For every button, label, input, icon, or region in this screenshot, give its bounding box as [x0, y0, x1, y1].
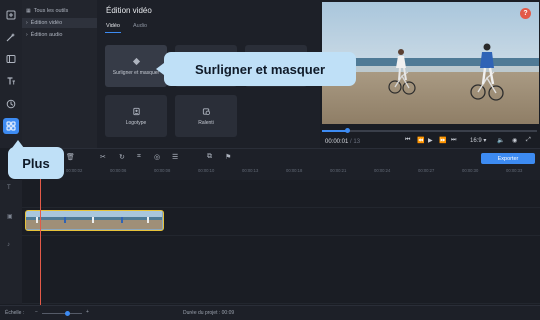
ruler-tick: 00:00:18	[286, 168, 303, 173]
tab-audio[interactable]: Audio	[133, 23, 147, 29]
track-text-icon[interactable]: T	[7, 185, 11, 191]
import-icon[interactable]	[3, 7, 19, 23]
properties-icon[interactable]: ☰	[172, 153, 178, 161]
logo-icon	[132, 107, 140, 115]
tab-underline	[105, 32, 121, 33]
duration-hint: / 13	[350, 139, 361, 145]
zoom-in-icon[interactable]: +	[86, 309, 89, 315]
tools-tree: ▦ Tous les outils › Édition vidéo › Édit…	[22, 0, 97, 148]
film-icon[interactable]	[3, 51, 19, 67]
track-audio-icon[interactable]: ♪	[7, 242, 10, 248]
status-bar: Échelle : − + Durée du projet : 00:09	[0, 305, 540, 320]
ruler-tick: 00:00:13	[242, 168, 259, 173]
cut-icon[interactable]: ✂	[100, 153, 106, 161]
zoom-slider[interactable]	[42, 313, 82, 314]
preview-scrubber[interactable]	[322, 128, 537, 133]
skip-start-icon[interactable]: ⏮	[405, 137, 410, 144]
zoom-slider-handle[interactable]	[65, 311, 70, 316]
ruler-tick: 00:00:24	[374, 168, 391, 173]
ruler-tick: 00:00:02	[66, 168, 83, 173]
tree-item-all-tools[interactable]: ▦ Tous les outils	[26, 8, 68, 14]
slow-motion-icon	[202, 107, 210, 115]
effect-label: Logotype	[125, 119, 147, 126]
aspect-select[interactable]: 16:9 ▾	[470, 137, 486, 144]
timecode: 00:00:01 / 13	[325, 139, 360, 145]
track-headers	[0, 180, 22, 304]
ruler-tick: 00:00:10	[198, 168, 215, 173]
playhead[interactable]	[40, 160, 41, 308]
volume-icon[interactable]: 🔈	[497, 137, 504, 144]
timeline-ruler[interactable]: 00:00:02 00:00:06 00:00:08 00:00:10 00:0…	[22, 166, 540, 180]
pip-icon[interactable]: ⧉	[207, 153, 212, 161]
zoom-out-icon[interactable]: −	[35, 309, 38, 315]
current-time: 00:00:01	[325, 139, 349, 145]
track-video-icon[interactable]: ▣	[7, 213, 13, 220]
step-forward-icon[interactable]: ⏩	[439, 137, 446, 144]
scrubber-progress	[322, 130, 348, 132]
project-duration: Durée du projet : 00:09	[183, 310, 235, 316]
ruler-tick: 00:00:06	[110, 168, 127, 173]
aspect-value: 16:9	[470, 138, 482, 144]
effect-slow-motion[interactable]: Ralenti	[175, 95, 237, 137]
delete-icon[interactable]: 🗑	[66, 153, 75, 161]
effect-logo[interactable]: Logotype	[105, 95, 167, 137]
tree-item-label: Édition vidéo	[30, 20, 63, 26]
tree-item-audio-editing[interactable]: › Édition audio	[26, 32, 62, 38]
grid-icon[interactable]	[3, 118, 19, 134]
timeline-toolbar: 🗑 ✂ ↻ ⌗ ◎ ☰ ⧉ ⚑	[22, 148, 540, 166]
fullscreen-icon[interactable]: ⤢	[526, 137, 531, 144]
track-row-text[interactable]	[22, 180, 540, 208]
rotate-icon[interactable]: ↻	[119, 153, 125, 161]
color-adjust-icon[interactable]: ◎	[154, 153, 160, 161]
scale-label: Échelle :	[5, 310, 25, 316]
track-row-audio[interactable]	[22, 236, 540, 304]
tree-item-label: Édition audio	[30, 32, 63, 38]
tab-video[interactable]: Vidéo	[106, 23, 120, 29]
chevron-right-icon: ›	[26, 32, 28, 38]
effect-label: Ralenti	[198, 119, 214, 126]
ruler-tick: 00:00:21	[330, 168, 347, 173]
grid-small-icon: ▦	[26, 8, 31, 14]
highlight-icon	[132, 57, 140, 65]
play-icon[interactable]: ▶	[428, 137, 433, 144]
skip-end-icon[interactable]: ⏭	[451, 137, 456, 144]
ruler-tick: 00:00:27	[418, 168, 435, 173]
export-button[interactable]: Exporter	[481, 153, 535, 164]
ruler-tick: 00:00:33	[506, 168, 523, 173]
chevron-right-icon: ›	[26, 20, 28, 26]
clock-icon[interactable]	[3, 96, 19, 112]
callout-highlight-mask: Surligner et masquer	[156, 52, 356, 86]
ruler-tick: 00:00:30	[462, 168, 479, 173]
sidebar	[0, 0, 22, 148]
text-icon[interactable]	[3, 73, 19, 89]
timeline-tracks: T ▣ ♪	[0, 180, 540, 304]
video-clip[interactable]	[25, 210, 164, 231]
marker-icon[interactable]: ⚑	[225, 153, 231, 161]
callout-more: Plus	[8, 140, 64, 179]
tree-item-label: Tous les outils	[33, 8, 69, 14]
ruler-tick: 00:00:08	[154, 168, 171, 173]
help-button[interactable]: ?	[520, 8, 531, 19]
snapshot-icon[interactable]: ◉	[512, 137, 517, 144]
step-back-icon[interactable]: ⏪	[417, 137, 424, 144]
magic-icon[interactable]	[3, 29, 19, 45]
panel-title: Édition vidéo	[106, 6, 152, 15]
tree-item-video-editing[interactable]: › Édition vidéo	[22, 18, 97, 28]
crop-icon[interactable]: ⌗	[137, 153, 141, 161]
